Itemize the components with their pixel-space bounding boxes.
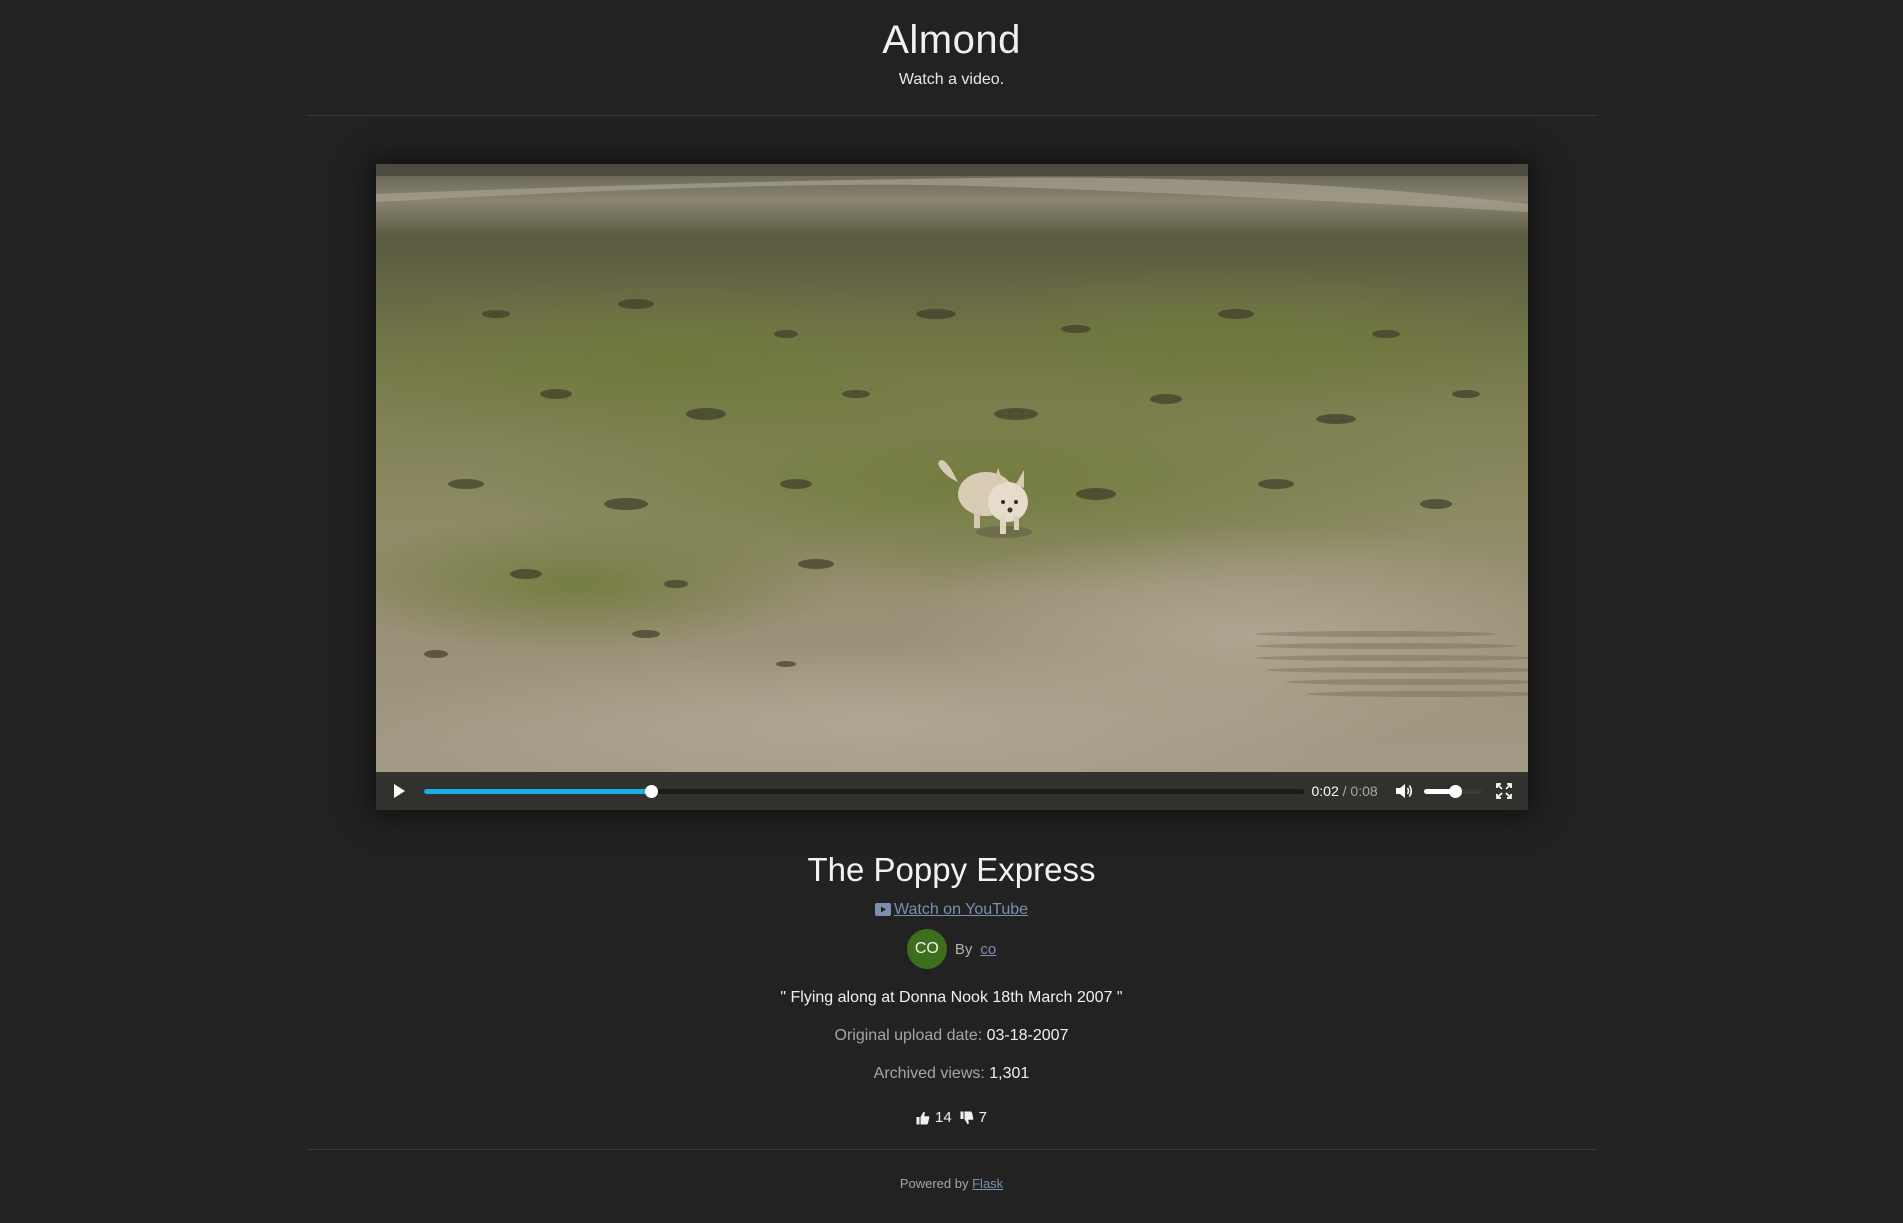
youtube-icon xyxy=(874,903,891,916)
youtube-link-label: Watch on YouTube xyxy=(893,901,1029,918)
video-info: The Poppy Express Watch on YouTube CO By… xyxy=(307,851,1597,1126)
time-display: 0:02 / 0:08 xyxy=(1312,783,1378,799)
powered-by-label: Powered by xyxy=(899,1176,969,1191)
seek-handle[interactable] xyxy=(645,785,659,798)
video-description: " Flying along at Donna Nook 18th March … xyxy=(780,989,1123,1006)
duration: 0:08 xyxy=(1350,783,1378,799)
site-tagline: Watch a video. xyxy=(898,71,1005,88)
site-header: Almond Watch a video. xyxy=(307,0,1597,89)
volume-handle[interactable] xyxy=(1449,785,1463,798)
video-player[interactable]: 0:02 / 0:08 xyxy=(375,164,1528,810)
author-link[interactable]: co xyxy=(980,941,996,958)
site-title: Almond xyxy=(882,18,1021,62)
avatar: CO xyxy=(906,929,947,969)
by-label: By xyxy=(954,940,973,958)
volume-slider[interactable] xyxy=(1423,785,1482,798)
flask-link[interactable]: Flask xyxy=(972,1176,1003,1191)
volume-icon[interactable] xyxy=(1394,782,1414,800)
upload-date-row: Original upload date: 03-18-2007 xyxy=(307,1027,1597,1045)
thumbs-up-icon xyxy=(916,1111,930,1124)
youtube-link[interactable]: Watch on YouTube xyxy=(874,901,1029,919)
page: Almond Watch a video. 0:02 / 0:08 The Po… xyxy=(306,0,1597,1191)
site-footer: Powered by Flask xyxy=(307,1176,1597,1191)
views-row: Archived views: 1,301 xyxy=(307,1065,1597,1083)
author-row: CO By co xyxy=(307,929,1597,969)
video-frame[interactable] xyxy=(375,164,1528,772)
video-title: The Poppy Express xyxy=(807,851,1096,888)
dislikes-count: 7 xyxy=(978,1109,988,1126)
seek-progress xyxy=(423,789,652,794)
views-count: 1,301 xyxy=(989,1065,1030,1082)
likes: 14 xyxy=(916,1109,952,1126)
votes-row: 14 7 xyxy=(307,1109,1597,1126)
upload-date: 03-18-2007 xyxy=(986,1027,1069,1044)
views-label: Archived views: xyxy=(873,1065,985,1082)
fullscreen-icon[interactable] xyxy=(1495,783,1512,799)
header-divider xyxy=(306,115,1597,116)
dislikes: 7 xyxy=(960,1109,987,1126)
play-icon[interactable] xyxy=(390,782,408,800)
player-controls: 0:02 / 0:08 xyxy=(375,772,1528,810)
time-separator: / xyxy=(1342,783,1347,799)
thumbs-down-icon xyxy=(960,1111,974,1124)
likes-count: 14 xyxy=(934,1109,952,1126)
seek-bar[interactable] xyxy=(423,785,1304,798)
upload-date-label: Original upload date: xyxy=(834,1027,983,1044)
current-time: 0:02 xyxy=(1311,783,1339,799)
footer-divider xyxy=(306,1149,1597,1150)
